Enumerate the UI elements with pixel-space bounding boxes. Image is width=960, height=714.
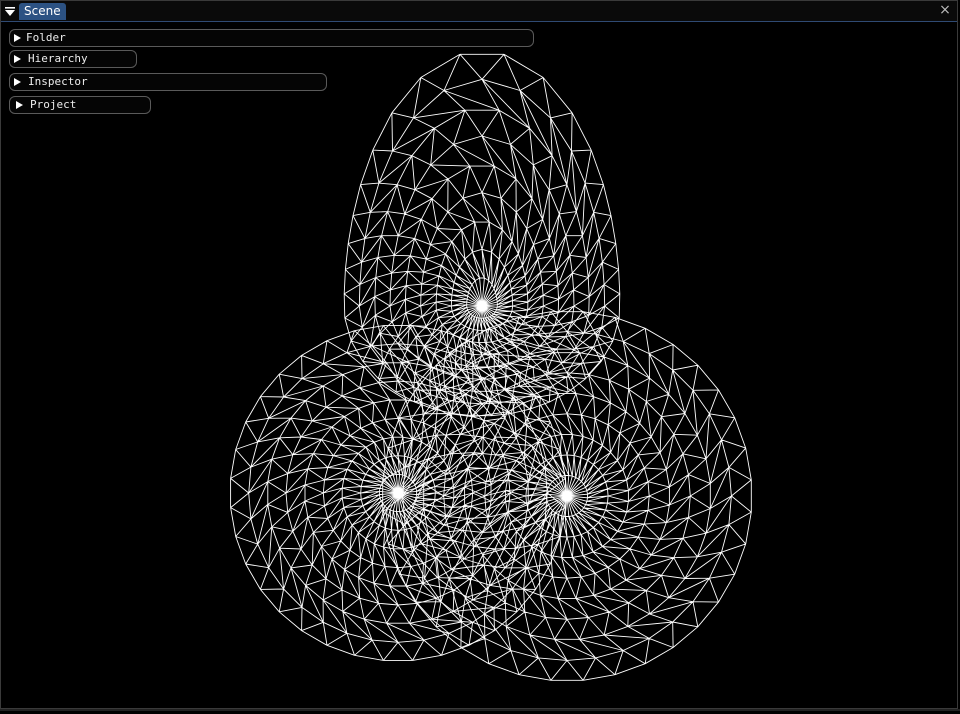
expand-arrow-icon [14, 34, 21, 42]
scene-viewport[interactable] [1, 22, 959, 710]
expand-arrow-icon [16, 101, 23, 109]
scene-window: Scene × Folder Hierarchy Inspector Proje… [0, 0, 958, 709]
tree-header-hierarchy[interactable]: Hierarchy [9, 50, 137, 68]
tab-scene[interactable]: Scene [19, 3, 66, 20]
tree-header-label: Folder [26, 31, 66, 44]
tree-header-label: Hierarchy [28, 52, 88, 65]
mesh-lines [230, 53, 752, 681]
close-icon[interactable]: × [937, 2, 953, 18]
expand-arrow-icon [14, 55, 21, 63]
title-bar[interactable]: Scene × [1, 1, 957, 22]
tree-header-inspector[interactable]: Inspector [9, 73, 327, 91]
expand-arrow-icon [14, 78, 21, 86]
tree-header-project[interactable]: Project [9, 96, 151, 114]
mesh-lobe [382, 311, 752, 681]
tree-header-folder[interactable]: Folder [9, 29, 534, 47]
tree-header-label: Inspector [28, 75, 88, 88]
collapse-triangle-icon[interactable] [4, 5, 16, 17]
tree-header-label: Project [30, 98, 77, 111]
wireframe-mesh [230, 53, 752, 681]
